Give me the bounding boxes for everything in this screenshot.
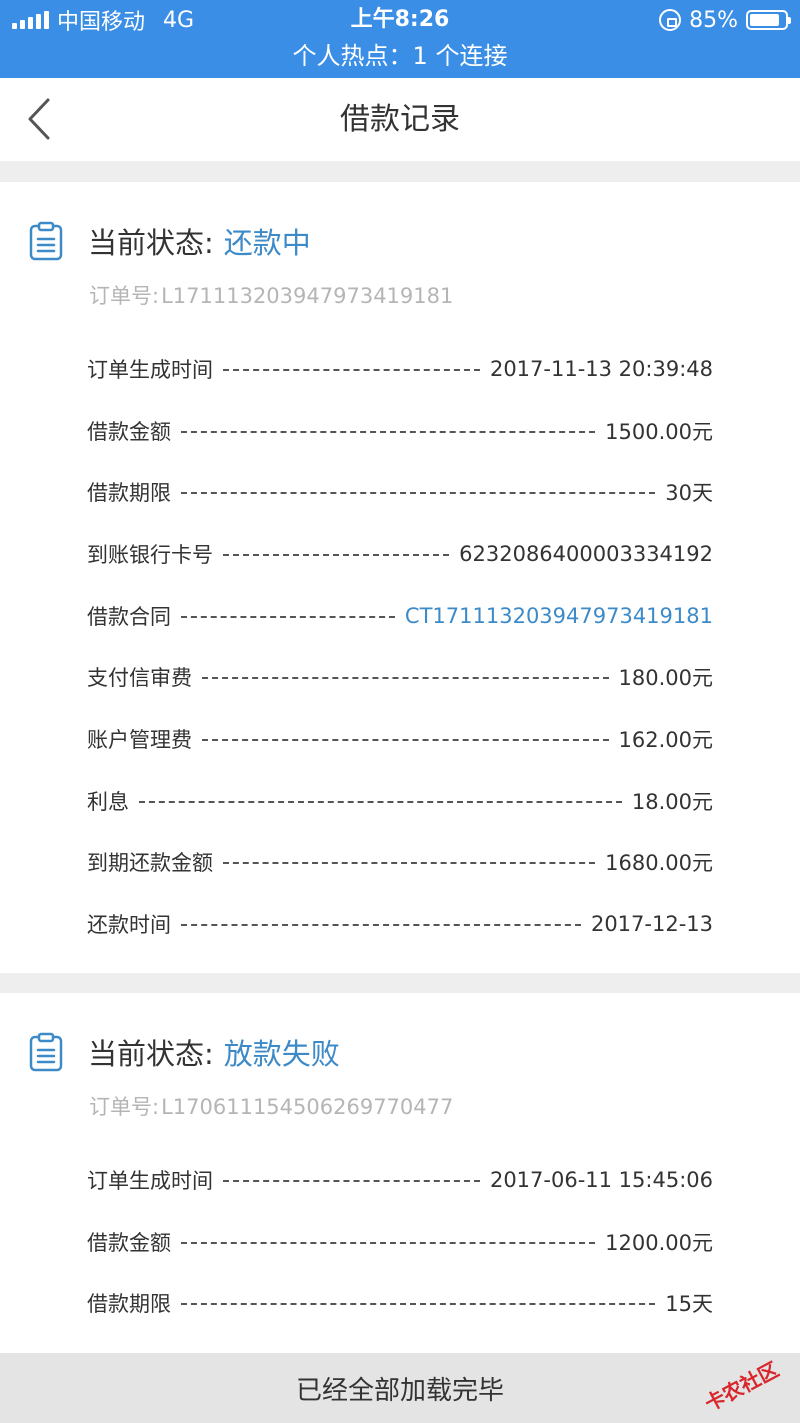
load-complete-footer: 已经全部加载完毕	[0, 1353, 800, 1423]
detail-list: 订单生成时间 2017-06-11 15:45:06 借款金额 1200.00元 借…	[87, 1149, 713, 1334]
detail-value: 6232086400003334192	[459, 541, 713, 566]
battery-percent: 85%	[689, 7, 738, 33]
status-value: 还款中	[223, 226, 311, 260]
hotspot-banner[interactable]: 个人热点：1 个连接	[0, 40, 800, 72]
detail-row: 账户管理费 162.00元	[87, 708, 713, 770]
page-title: 借款记录	[340, 102, 460, 137]
detail-label: 借款合同	[87, 604, 171, 629]
order-number-value: L170611154506269770477	[161, 1095, 454, 1119]
detail-value: 162.00元	[618, 727, 713, 752]
status-bar: 中国移动 4G 上午8:26 85% 个人热点：1 个连接	[0, 0, 800, 78]
detail-row: 订单生成时间 2017-06-11 15:45:06	[87, 1149, 713, 1211]
detail-label: 借款金额	[87, 1230, 171, 1255]
contract-link[interactable]: CT171113203947973419181	[405, 604, 713, 628]
status-value: 放款失败	[223, 1037, 340, 1071]
watermark-logo: 卡农社区	[701, 1357, 783, 1415]
detail-label: 支付信审费	[87, 666, 192, 691]
nav-bar: 借款记录	[0, 78, 800, 161]
detail-value: 30天	[665, 481, 713, 506]
detail-row: 借款金额 1200.00元	[87, 1211, 713, 1273]
detail-row: 订单生成时间 2017-11-13 20:39:48	[87, 338, 713, 400]
order-number-label: 订单号:	[89, 284, 160, 308]
detail-value: 2017-11-13 20:39:48	[489, 356, 713, 381]
clipboard-icon	[29, 221, 63, 261]
detail-row: 支付信审费 180.00元	[87, 646, 713, 708]
detail-value: 1680.00元	[605, 851, 713, 876]
loan-record-card: 当前状态: 还款中 订单号:L17111320394797341918​1 订单…	[0, 182, 800, 973]
watermark-text: 卡农社区	[701, 1357, 783, 1415]
detail-value: 180.00元	[618, 666, 713, 691]
clipboard-icon	[29, 1032, 63, 1072]
detail-label: 借款期限	[87, 481, 171, 506]
detail-value: 2017-06-11 15:45:06	[489, 1167, 713, 1192]
detail-row: 借款金额 1500.00元	[87, 400, 713, 462]
order-number: 订单号:L17111320394797341918​1	[87, 280, 453, 310]
detail-value: 2017-12-13	[590, 912, 713, 937]
detail-list: 订单生成时间 2017-11-13 20:39:48 借款金额 1500.00元 借…	[87, 338, 713, 955]
order-number: 订单号:L170611154506269770477	[87, 1091, 453, 1121]
status-label: 当前状态:	[88, 226, 214, 260]
detail-row: 借款合同 CT171113203947973419181	[87, 585, 713, 647]
detail-label: 借款金额	[87, 419, 171, 444]
detail-label: 订单生成时间	[87, 1168, 213, 1193]
detail-label: 到期还款金额	[87, 851, 213, 876]
detail-row: 利息 18.00元	[87, 770, 713, 832]
detail-label: 订单生成时间	[87, 357, 213, 382]
detail-value: 18.00元	[631, 789, 713, 814]
status-label: 当前状态:	[88, 1037, 214, 1071]
detail-label: 账户管理费	[87, 727, 192, 752]
battery-icon	[746, 10, 791, 30]
detail-label: 利息	[87, 789, 129, 814]
order-number-label: 订单号:	[89, 1095, 160, 1119]
detail-value: 1200.00元	[605, 1230, 713, 1255]
detail-row: 借款期限 30天	[87, 461, 713, 523]
detail-row: 借款期限 15天	[87, 1272, 713, 1334]
detail-row: 还款时间 2017-12-13	[87, 893, 713, 955]
detail-label: 借款期限	[87, 1292, 171, 1317]
detail-value: 15天	[665, 1292, 713, 1317]
loan-record-card: 当前状态: 放款失败 订单号:L170611154506269770477 订单…	[0, 993, 800, 1353]
detail-row: 到期还款金额 1680.00元	[87, 832, 713, 894]
detail-label: 还款时间	[87, 913, 171, 938]
order-number-value: L17111320394797341918​1	[161, 284, 454, 308]
detail-label: 到账银行卡号	[87, 542, 213, 567]
detail-value: 1500.00元	[605, 419, 713, 444]
rotation-lock-icon	[659, 9, 682, 31]
detail-row: 到账银行卡号 6232086400003334192	[87, 523, 713, 585]
